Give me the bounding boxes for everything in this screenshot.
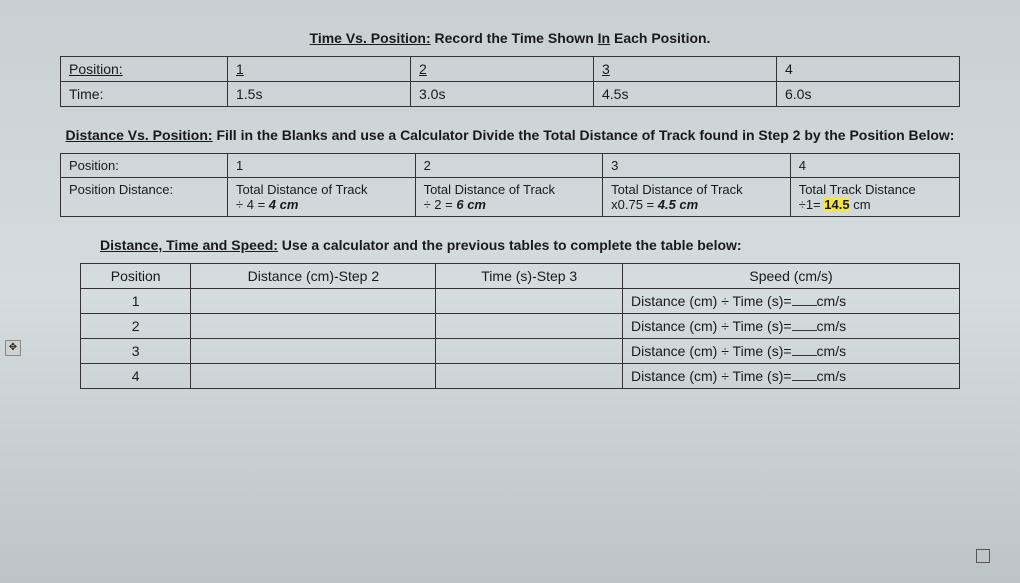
table-row: 4 Distance (cm) ÷ Time (s)=cm/s — [81, 364, 960, 389]
position-header: Position — [81, 264, 191, 289]
time-position-table: Position: 1 2 3 4 Time: 1.5s 3.0s 4.5s 6… — [60, 56, 960, 107]
row-time — [436, 314, 623, 339]
row-distance — [191, 314, 436, 339]
checkbox-icon — [976, 549, 990, 563]
position-cell: 2 — [411, 57, 594, 82]
row-distance — [191, 289, 436, 314]
table-row: Position: 1 2 3 4 — [61, 57, 960, 82]
section1-title-rest: Record the Time Shown — [431, 30, 598, 46]
time-row-label: Time: — [61, 82, 228, 107]
row-time — [436, 339, 623, 364]
section1-title: Time Vs. Position: Record the Time Shown… — [60, 30, 960, 46]
position-cell: 4 — [790, 154, 959, 178]
table-row: 3 Distance (cm) ÷ Time (s)=cm/s — [81, 339, 960, 364]
section3-title-rest: Use a calculator and the previous tables… — [278, 237, 742, 253]
distance-cell-4: Total Track Distance ÷1= 14.5 cm — [790, 178, 959, 217]
section2-title: Distance Vs. Position: Fill in the Blank… — [60, 127, 960, 143]
time-cell: 4.5s — [594, 82, 777, 107]
table-header-row: Position Distance (cm)-Step 2 Time (s)-S… — [81, 264, 960, 289]
row-position: 4 — [81, 364, 191, 389]
section1-title-prefix: Time Vs. Position: — [310, 30, 431, 46]
position-distance-label: Position Distance: — [61, 178, 228, 217]
position-cell: 1 — [228, 57, 411, 82]
row-distance — [191, 339, 436, 364]
speed-table: Position Distance (cm)-Step 2 Time (s)-S… — [80, 263, 960, 389]
position-cell: 3 — [603, 154, 791, 178]
section1-title-in: In — [598, 30, 610, 46]
position-row-label: Position: — [61, 57, 228, 82]
time-cell: 3.0s — [411, 82, 594, 107]
row-speed: Distance (cm) ÷ Time (s)=cm/s — [623, 339, 960, 364]
row-position: 3 — [81, 339, 191, 364]
row-speed: Distance (cm) ÷ Time (s)=cm/s — [623, 289, 960, 314]
position-cell: 2 — [415, 154, 603, 178]
table-row: 1 Distance (cm) ÷ Time (s)=cm/s — [81, 289, 960, 314]
row-time — [436, 364, 623, 389]
move-handle-icon: ✥ — [5, 340, 21, 356]
row-speed: Distance (cm) ÷ Time (s)=cm/s — [623, 364, 960, 389]
table-row: Time: 1.5s 3.0s 4.5s 6.0s — [61, 82, 960, 107]
row-distance — [191, 364, 436, 389]
position-cell: 4 — [777, 57, 960, 82]
row-position: 1 — [81, 289, 191, 314]
distance-cell-2: Total Distance of Track ÷ 2 = 6 cm — [415, 178, 603, 217]
section2-title-prefix: Distance Vs. Position: — [66, 127, 213, 143]
table-row: 2 Distance (cm) ÷ Time (s)=cm/s — [81, 314, 960, 339]
row-speed: Distance (cm) ÷ Time (s)=cm/s — [623, 314, 960, 339]
section1-title-end: Each Position. — [610, 30, 710, 46]
row-time — [436, 289, 623, 314]
distance-cell-1: Total Distance of Track ÷ 4 = 4 cm — [228, 178, 416, 217]
position-cell: 3 — [594, 57, 777, 82]
row-position: 2 — [81, 314, 191, 339]
distance-cell-3: Total Distance of Track x0.75 = 4.5 cm — [603, 178, 791, 217]
section3-title: Distance, Time and Speed: Use a calculat… — [100, 237, 960, 253]
distance-position-table: Position: 1 2 3 4 Position Distance: Tot… — [60, 153, 960, 217]
speed-header: Speed (cm/s) — [623, 264, 960, 289]
section2-title-rest: Fill in the Blanks and use a Calculator … — [213, 127, 955, 143]
table-row: Position Distance: Total Distance of Tra… — [61, 178, 960, 217]
section3-title-prefix: Distance, Time and Speed: — [100, 237, 278, 253]
position-row-label: Position: — [61, 154, 228, 178]
time-cell: 1.5s — [228, 82, 411, 107]
position-cell: 1 — [228, 154, 416, 178]
time-header: Time (s)-Step 3 — [436, 264, 623, 289]
distance-header: Distance (cm)-Step 2 — [191, 264, 436, 289]
table-row: Position: 1 2 3 4 — [61, 154, 960, 178]
time-cell: 6.0s — [777, 82, 960, 107]
